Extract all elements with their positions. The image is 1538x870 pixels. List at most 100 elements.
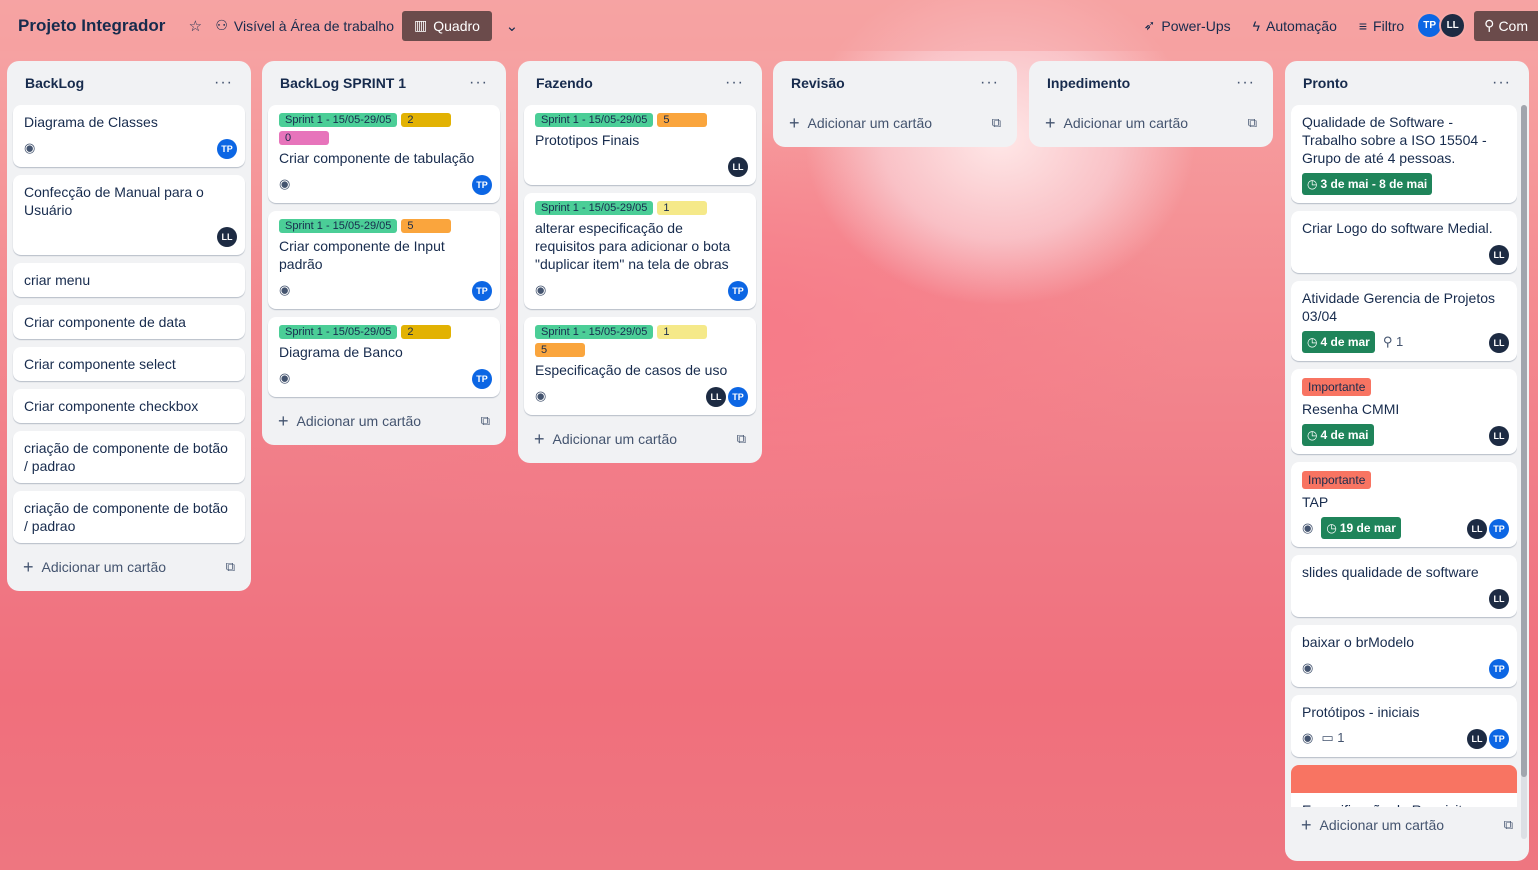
powerups-button[interactable]: ➶ Power-Ups [1136,11,1239,41]
list-title[interactable]: Revisão [791,75,845,91]
card-label[interactable]: 1 [657,201,708,215]
board-members[interactable]: TP LL [1416,12,1467,39]
priority-badge[interactable]: Importante [1302,378,1372,396]
card-label[interactable]: 5 [401,219,452,233]
due-date-badge[interactable]: ◷ 19 de mar [1321,517,1401,539]
avatar[interactable]: LL [1489,333,1509,353]
eye-icon: ◉ [1302,520,1314,535]
add-card-button[interactable]: + Adicionar um cartão ⧉ [779,107,1011,139]
more-icon[interactable]: ··· [469,74,488,92]
card[interactable]: Sprint 1 - 15/05-29/05 2 Diagrama de Banco… [268,317,500,397]
card-label[interactable]: 1 [657,325,708,339]
card[interactable]: criar menu [13,263,245,297]
card-label[interactable]: 5 [657,113,708,127]
template-icon[interactable]: ⧉ [992,115,1001,131]
template-icon[interactable]: ⧉ [1248,115,1257,131]
template-icon[interactable]: ⧉ [226,559,235,575]
avatar[interactable]: LL [1489,589,1509,609]
card[interactable]: Sprint 1 - 15/05-29/05 5 Criar componente … [268,211,500,309]
more-icon[interactable]: ··· [1492,74,1511,92]
star-icon[interactable]: ☆ [183,14,207,38]
avatar[interactable]: TP [1489,519,1509,539]
template-icon[interactable]: ⧉ [481,413,490,429]
card[interactable]: Sprint 1 - 15/05-29/05 2 0 Criar componente… [268,105,500,203]
automation-button[interactable]: ϟ Automação [1245,11,1345,41]
template-icon[interactable]: ⧉ [1504,817,1513,833]
template-icon[interactable]: ⧉ [737,431,746,447]
list-scrollbar[interactable] [1521,105,1527,839]
card-label[interactable]: Sprint 1 - 15/05-29/05 [279,219,398,233]
avatar[interactable]: TP [472,369,492,389]
card-label[interactable]: 2 [401,113,452,127]
card-title: Confecção de Manual para o Usuário [24,184,204,218]
more-icon[interactable]: ··· [980,74,999,92]
card-label[interactable]: Sprint 1 - 15/05-29/05 [535,325,654,339]
add-card-button[interactable]: + Adicionar um cartão ⧉ [1035,107,1267,139]
view-board-button[interactable]: ▥ Quadro [402,10,492,41]
card[interactable]: Importante TAP ◉ ◷ 19 de mar LL TP [1291,462,1517,547]
card-label[interactable]: Sprint 1 - 15/05-29/05 [535,113,654,127]
card[interactable]: baixar o brModelo ◉ TP [1291,625,1517,687]
card[interactable]: Criar componente checkbox [13,389,245,423]
filter-button[interactable]: ≡ Filtro [1351,11,1412,41]
add-card-button[interactable]: + Adicionar um cartão ⧉ [1291,809,1523,841]
add-card-button[interactable]: + Adicionar um cartão ⧉ [13,551,245,583]
more-icon[interactable]: ··· [214,74,233,92]
card[interactable]: criação de componente de botão / padrao [13,431,245,483]
more-icon[interactable]: ··· [725,74,744,92]
avatar[interactable]: LL [217,227,237,247]
more-icon[interactable]: ··· [1236,74,1255,92]
avatar[interactable]: LL [1489,245,1509,265]
card-label[interactable]: Sprint 1 - 15/05-29/05 [279,113,398,127]
avatar[interactable]: LL [1439,12,1467,39]
avatar[interactable]: LL [1467,729,1487,749]
list-title[interactable]: Fazendo [536,75,593,91]
avatar[interactable]: TP [728,281,748,301]
chevron-down-icon[interactable]: ⌄ [500,14,524,38]
card[interactable]: Atividade Gerencia de Projetos 03/04 ◷ 4 d… [1291,281,1517,361]
card-label[interactable]: 5 [535,343,585,357]
card-label[interactable]: Sprint 1 - 15/05-29/05 [279,325,398,339]
priority-badge[interactable]: Importante [1302,471,1372,489]
avatar[interactable]: TP [472,281,492,301]
card[interactable]: Sprint 1 - 15/05-29/05 5 Prototipos Finais… [524,105,756,185]
avatar[interactable]: TP [472,175,492,195]
card[interactable]: Criar componente de data [13,305,245,339]
card-label[interactable]: Sprint 1 - 15/05-29/05 [535,201,654,215]
card[interactable]: slides qualidade de software LL [1291,555,1517,617]
due-date-badge[interactable]: ◷ 3 de mai - 8 de mai [1302,173,1433,195]
list-title[interactable]: BackLog [25,75,84,91]
card[interactable]: Sprint 1 - 15/05-29/05 1 5 Especificação de… [524,317,756,415]
add-card-button[interactable]: + Adicionar um cartão ⧉ [268,405,500,437]
avatar[interactable]: TP [1489,729,1509,749]
avatar[interactable]: LL [1489,426,1509,446]
card[interactable]: Protótipos - iniciais ◉ ▭ 1 LL TP [1291,695,1517,757]
avatar[interactable]: LL [1467,519,1487,539]
card[interactable]: Diagrama de Classes ◉ TP [13,105,245,167]
card[interactable]: Qualidade de Software - Trabalho sobre a… [1291,105,1517,203]
avatar[interactable]: LL [728,157,748,177]
avatar[interactable]: LL [706,387,726,407]
list-title[interactable]: Pronto [1303,75,1348,91]
card[interactable]: Criar componente select [13,347,245,381]
avatar[interactable]: TP [1489,659,1509,679]
card[interactable]: criação de componente de botão / padrao [13,491,245,543]
list-title[interactable]: Inpedimento [1047,75,1130,91]
card[interactable]: Importante Resenha CMMI ◷ 4 de mai LL [1291,369,1517,454]
card-label[interactable]: 0 [279,131,329,145]
due-date-badge[interactable]: ◷ 4 de mai [1302,424,1374,446]
avatar[interactable]: TP [217,139,237,159]
list-title[interactable]: BackLog SPRINT 1 [280,75,406,91]
scrollbar-thumb[interactable] [1521,105,1527,777]
share-button[interactable]: ⚲ Com [1474,10,1538,41]
add-card-button[interactable]: + Adicionar um cartão ⧉ [524,423,756,455]
due-date-badge[interactable]: ◷ 4 de mar [1302,331,1375,353]
avatar[interactable]: TP [728,387,748,407]
board-title[interactable]: Projeto Integrador [18,16,165,36]
card[interactable]: Sprint 1 - 15/05-29/05 1 alterar especific… [524,193,756,309]
card[interactable]: Especificação de Requisitos◉LLTP [1291,765,1517,807]
card-label[interactable]: 2 [401,325,452,339]
visibility-button[interactable]: ⚇ Visível à Área de trabalho [207,11,402,41]
card[interactable]: Criar Logo do software Medial. LL [1291,211,1517,273]
card[interactable]: Confecção de Manual para o Usuário LL [13,175,245,255]
